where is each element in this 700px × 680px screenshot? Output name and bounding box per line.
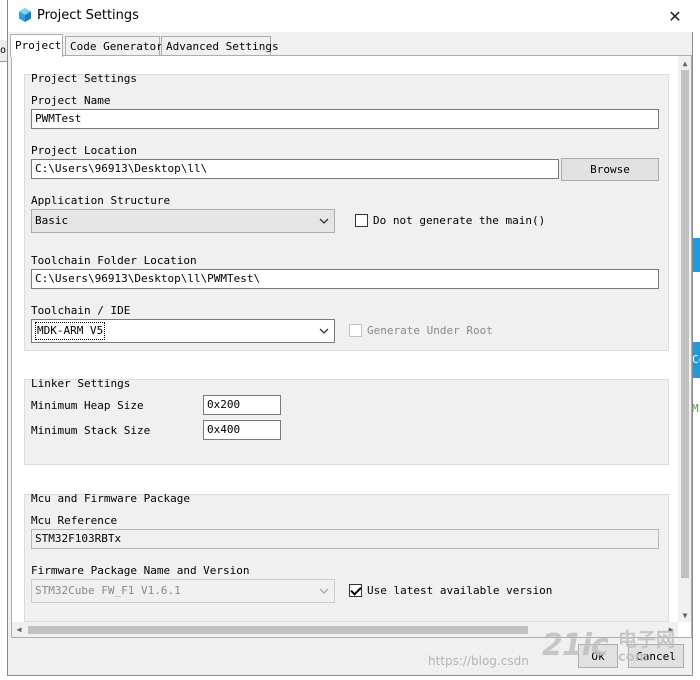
checkbox-box xyxy=(349,584,362,597)
toolchain-ide-label: Toolchain / IDE xyxy=(31,304,131,317)
toolchain-folder-input[interactable]: C:\Users\96913\Desktop\ll\PWMTest\ xyxy=(31,269,659,289)
min-heap-input[interactable]: 0x200 xyxy=(203,395,281,415)
toolchain-ide-select[interactable]: MDK-ARM V5 xyxy=(31,319,335,343)
min-stack-input[interactable]: 0x400 xyxy=(203,420,281,440)
group-title: Project Settings xyxy=(31,72,137,85)
chevron-down-icon xyxy=(318,580,330,602)
title-bar: Project Settings ✕ xyxy=(8,0,694,32)
project-location-input[interactable]: C:\Users\96913\Desktop\ll\ xyxy=(31,159,559,179)
horizontal-scroll-thumb[interactable] xyxy=(28,626,528,634)
cube-icon xyxy=(19,8,31,22)
tab-code-generator[interactable]: Code Generator xyxy=(65,36,163,56)
close-button[interactable]: ✕ xyxy=(660,2,690,30)
scroll-right-icon[interactable]: ▶ xyxy=(664,622,678,637)
use-latest-version-label: Use latest available version xyxy=(367,584,553,597)
firmware-package-select: STM32Cube FW_F1 V1.6.1 xyxy=(31,579,335,603)
window-title: Project Settings xyxy=(37,8,139,23)
toolchain-folder-label: Toolchain Folder Location xyxy=(31,254,197,267)
horizontal-scrollbar[interactable]: ◀ ▶ xyxy=(12,622,678,637)
vertical-scroll-thumb[interactable] xyxy=(681,70,689,578)
use-latest-version-checkbox[interactable]: Use latest available version xyxy=(349,584,552,597)
chevron-down-icon xyxy=(318,210,330,232)
min-stack-label: Minimum Stack Size xyxy=(31,424,151,437)
scroll-down-icon[interactable]: ▼ xyxy=(678,608,691,622)
scroll-up-icon[interactable]: ▲ xyxy=(678,56,691,70)
firmware-package-value: STM32Cube FW_F1 V1.6.1 xyxy=(35,584,181,597)
project-location-label: Project Location xyxy=(31,144,137,157)
project-tab-panel: Project Settings Project Name PWMTest Pr… xyxy=(11,55,692,638)
project-name-input[interactable]: PWMTest xyxy=(31,109,659,129)
application-structure-select[interactable]: Basic xyxy=(31,209,335,233)
checkbox-box xyxy=(349,324,362,337)
background-button-fragment: Co xyxy=(692,342,700,378)
background-text-fragment: M xyxy=(692,402,699,415)
browse-button[interactable]: Browse xyxy=(561,158,659,181)
chevron-down-icon xyxy=(318,320,330,342)
tab-advanced-settings[interactable]: Advanced Settings xyxy=(161,36,279,56)
background-accent-strip xyxy=(692,238,700,272)
generate-under-root-label: Generate Under Root xyxy=(367,324,493,337)
do-not-generate-main-checkbox[interactable]: Do not generate the main() xyxy=(355,214,545,227)
group-title: Mcu and Firmware Package xyxy=(31,492,190,505)
min-heap-label: Minimum Heap Size xyxy=(31,399,144,412)
scroll-left-icon[interactable]: ◀ xyxy=(12,622,26,637)
vertical-scrollbar[interactable]: ▲ ▼ xyxy=(678,56,691,622)
toolchain-ide-value: MDK-ARM V5 xyxy=(35,322,106,340)
tab-project[interactable]: Project xyxy=(10,34,63,57)
ok-button[interactable]: Ok xyxy=(578,644,618,668)
firmware-package-label: Firmware Package Name and Version xyxy=(31,564,250,577)
do-not-generate-main-label: Do not generate the main() xyxy=(373,214,546,227)
group-title: Linker Settings xyxy=(31,377,131,390)
cancel-button[interactable]: Cancel xyxy=(628,644,684,668)
close-icon: ✕ xyxy=(668,6,682,26)
mcu-firmware-group: Mcu and Firmware Package Mcu Reference S… xyxy=(24,492,669,622)
checkbox-box xyxy=(355,214,368,227)
application-structure-label: Application Structure xyxy=(31,194,171,207)
mcu-reference-field: STM32F103RBTx xyxy=(31,529,659,549)
project-name-label: Project Name xyxy=(31,94,111,107)
generate-under-root-checkbox[interactable]: Generate Under Root xyxy=(349,324,493,337)
project-settings-dialog: Project Settings ✕ Project Code Generato… xyxy=(7,0,694,676)
project-settings-group: Project Settings Project Name PWMTest Pr… xyxy=(24,72,669,351)
linker-settings-group: Linker Settings Minimum Heap Size 0x200 … xyxy=(24,377,669,465)
application-structure-value: Basic xyxy=(35,214,69,227)
mcu-reference-label: Mcu Reference xyxy=(31,514,118,527)
